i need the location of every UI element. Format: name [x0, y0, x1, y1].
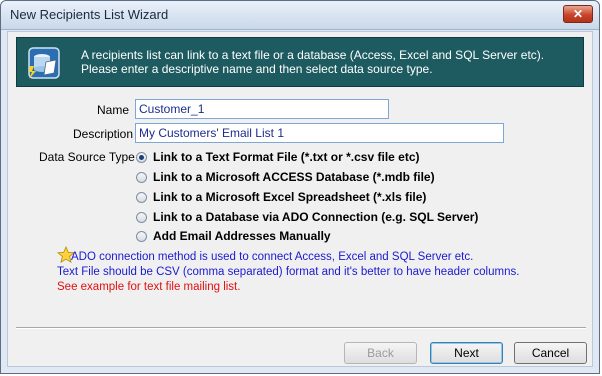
- wizard-body: A recipients list can link to a text fil…: [7, 31, 593, 367]
- banner-text: A recipients list can link to a text fil…: [81, 48, 544, 76]
- close-button[interactable]: ✕: [563, 5, 593, 23]
- radio-label: Link to a Microsoft ACCESS Database (*.m…: [153, 170, 435, 184]
- divider: [16, 327, 586, 329]
- info-banner: A recipients list can link to a text fil…: [16, 37, 584, 87]
- radio-text-file[interactable]: Link to a Text Format File (*.txt or *.c…: [136, 148, 420, 166]
- wizard-window: New Recipients List Wizard ✕ A recipient…: [0, 0, 600, 374]
- note-ado: ADO connection method is used to connect…: [71, 251, 474, 263]
- radio-label: Link to a Microsoft Excel Spreadsheet (*…: [153, 190, 427, 204]
- next-button[interactable]: Next: [430, 342, 503, 364]
- note-csv: Text File should be CSV (comma separated…: [57, 266, 520, 278]
- radio-button[interactable]: [136, 171, 147, 183]
- title-bar[interactable]: New Recipients List Wizard ✕: [1, 1, 599, 30]
- description-label: Description: [73, 127, 134, 141]
- name-label: Name: [97, 103, 130, 117]
- radio-label: Link to a Database via ADO Connection (e…: [153, 210, 479, 224]
- radio-button[interactable]: [136, 230, 147, 242]
- radio-excel[interactable]: Link to a Microsoft Excel Spreadsheet (*…: [136, 188, 426, 206]
- banner-line-2: Please enter a descriptive name and then…: [81, 62, 433, 76]
- radio-manual[interactable]: Add Email Addresses Manually: [136, 227, 331, 245]
- banner-line-1: A recipients list can link to a text fil…: [81, 48, 545, 62]
- radio-button[interactable]: [136, 151, 147, 163]
- example-link[interactable]: See example for text file mailing list.: [57, 281, 240, 293]
- window-title: New Recipients List Wizard: [10, 7, 169, 22]
- name-field[interactable]: Customer_1: [135, 99, 389, 119]
- cancel-button[interactable]: Cancel: [514, 342, 587, 364]
- radio-button[interactable]: [136, 191, 147, 203]
- radio-access-db[interactable]: Link to a Microsoft ACCESS Database (*.m…: [136, 168, 435, 186]
- database-wizard-icon: [28, 47, 60, 79]
- back-button[interactable]: Back: [344, 342, 417, 364]
- radio-label: Link to a Text Format File (*.txt or *.c…: [153, 150, 420, 164]
- radio-label: Add Email Addresses Manually: [153, 229, 331, 243]
- radio-button[interactable]: [136, 211, 147, 223]
- data-source-label: Data Source Type: [39, 150, 135, 164]
- description-field[interactable]: My Customers' Email List 1: [135, 123, 504, 143]
- radio-ado[interactable]: Link to a Database via ADO Connection (e…: [136, 208, 478, 226]
